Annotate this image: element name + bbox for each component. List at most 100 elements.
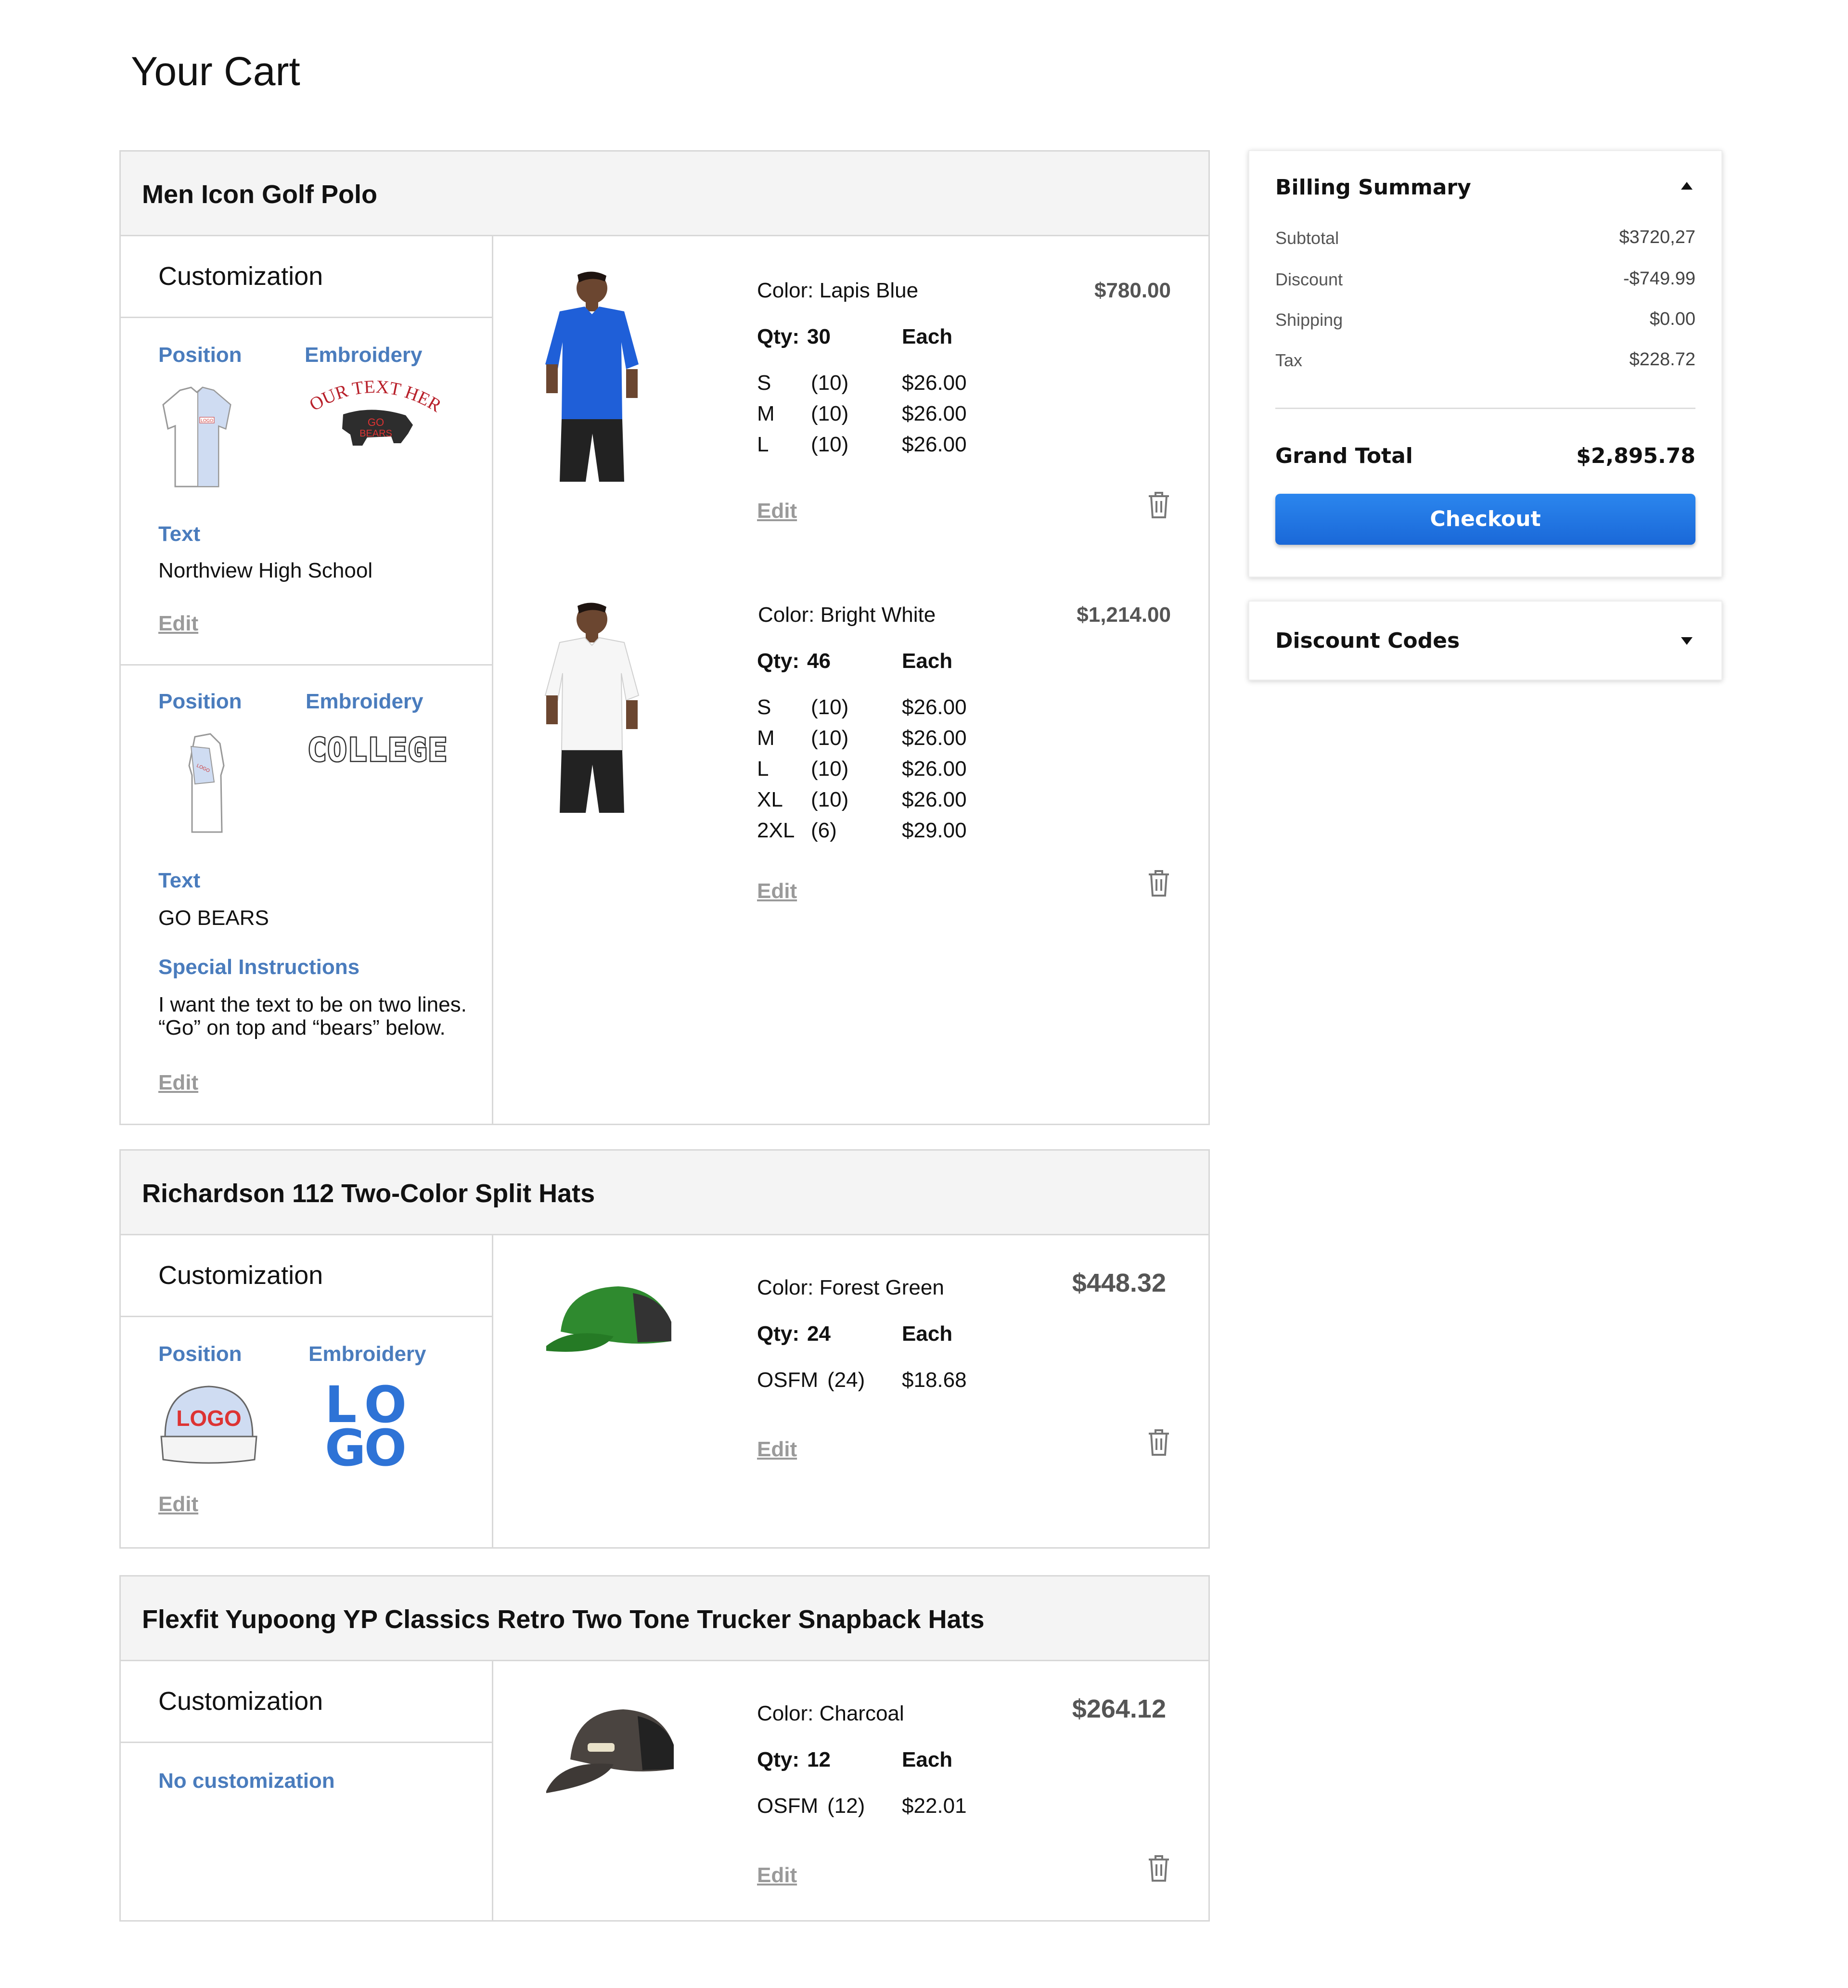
size-name: S	[757, 695, 771, 719]
size-name: L	[757, 433, 769, 456]
caret-down-icon[interactable]	[1681, 637, 1693, 645]
product-image-white-polo	[544, 603, 640, 813]
billing-summary-title: Billing Summary	[1275, 175, 1471, 200]
size-count: (10)	[811, 371, 849, 395]
size-name: L	[757, 757, 769, 781]
edit-line-link[interactable]: Edit	[757, 499, 797, 523]
size-price: $26.00	[902, 726, 967, 750]
each-label: Each	[902, 649, 953, 673]
position-label: Position	[158, 1342, 242, 1366]
grand-total-value: $2,895.78	[1576, 444, 1695, 468]
customization-title: Customization	[158, 262, 323, 291]
size-name: 2XL	[757, 819, 795, 842]
discount-label: Discount	[1275, 269, 1343, 289]
trash-icon[interactable]	[1147, 1428, 1171, 1457]
qty-value: 30	[807, 325, 831, 348]
each-label: Each	[902, 1322, 953, 1346]
shipping-value: $0.00	[1649, 309, 1695, 329]
customization-block: Position Embroidery LOGO LO GO Edit	[121, 1317, 492, 1548]
size-count: (6)	[811, 819, 837, 842]
qty-value: 12	[807, 1748, 831, 1771]
customization-header: Customization	[121, 236, 492, 318]
tax-value: $228.72	[1629, 349, 1695, 370]
page-title: Your Cart	[131, 49, 300, 94]
qty-value: 46	[807, 649, 831, 673]
caret-up-icon[interactable]	[1681, 182, 1693, 190]
subtotal-label: Subtotal	[1275, 228, 1339, 248]
customization-header: Customization	[121, 1235, 492, 1317]
embroidery-label: Embroidery	[306, 690, 424, 713]
each-label: Each	[902, 325, 953, 348]
hat-logo-mark: LOGO	[176, 1406, 241, 1431]
text-label: Text	[158, 869, 201, 892]
line-color: Color: Forest Green	[757, 1276, 944, 1299]
color-line-item: Color: Lapis Blue $780.00 Qty: 30 Each S…	[493, 236, 1208, 554]
discount-codes-panel[interactable]: Discount Codes	[1248, 601, 1722, 680]
edit-line-link[interactable]: Edit	[757, 879, 797, 903]
no-customization-label: No customization	[158, 1769, 335, 1793]
size-count: (10)	[811, 788, 849, 811]
line-color: Color: Charcoal	[757, 1702, 904, 1725]
edit-customization-link[interactable]: Edit	[158, 612, 198, 636]
size-count: (10)	[811, 402, 849, 425]
embroidery-college-text: COLLEGE	[308, 731, 447, 769]
checkout-button[interactable]: Checkout	[1275, 494, 1695, 545]
trash-icon[interactable]	[1147, 869, 1171, 898]
card-header: Richardson 112 Two-Color Split Hats	[121, 1151, 1208, 1235]
cart-item-card: Richardson 112 Two-Color Split Hats Cust…	[119, 1149, 1210, 1549]
customization-title: Customization	[158, 1687, 323, 1716]
special-instructions-line-1: I want the text to be on two lines.	[158, 993, 467, 1016]
each-label: Each	[902, 1748, 953, 1771]
edit-line-link[interactable]: Edit	[757, 1863, 797, 1887]
product-name: Richardson 112 Two-Color Split Hats	[142, 1179, 595, 1208]
size-price: $29.00	[902, 819, 967, 842]
edit-line-link[interactable]: Edit	[757, 1437, 797, 1462]
position-label: Position	[158, 690, 242, 713]
edit-customization-link[interactable]: Edit	[158, 1071, 198, 1095]
billing-summary-panel: Billing Summary Subtotal $3720,27 Discou…	[1248, 150, 1722, 577]
customization-panel: Customization No customization	[121, 1661, 493, 1920]
discount-value: -$749.99	[1623, 269, 1695, 289]
customization-header: Customization	[121, 1661, 492, 1743]
card-header: Flexfit Yupoong YP Classics Retro Two To…	[121, 1577, 1208, 1661]
qty-label: Qty:	[757, 325, 799, 348]
customization-panel: Customization Position Embroidery LOGO L…	[121, 1235, 493, 1547]
embroidery-logo-image: LO GO	[325, 1381, 407, 1472]
line-price: $264.12	[1072, 1694, 1166, 1723]
size-count: (10)	[811, 726, 849, 750]
billing-divider	[1275, 408, 1695, 409]
size-name: OSFM	[757, 1794, 819, 1818]
color-line-item: Color: Forest Green $448.32 Qty: 24 Each…	[493, 1235, 1208, 1548]
size-count: (24)	[827, 1368, 865, 1392]
embroidery-label: Embroidery	[305, 343, 423, 367]
trash-icon[interactable]	[1147, 1854, 1171, 1883]
size-count: (10)	[811, 433, 849, 456]
special-instructions-label: Special Instructions	[158, 955, 360, 979]
text-label: Text	[158, 522, 201, 546]
product-image-blue-polo	[545, 271, 639, 482]
size-price: $26.00	[902, 757, 967, 781]
special-instructions-line-2: “Go” on top and “bears” below.	[158, 1016, 446, 1039]
line-color: Color: Lapis Blue	[757, 279, 919, 302]
position-label: Position	[158, 343, 242, 367]
size-name: XL	[757, 788, 783, 811]
color-line-item: Color: Bright White $1,214.00 Qty: 46 Ea…	[493, 561, 1208, 903]
size-price: $26.00	[902, 788, 967, 811]
cart-page: Your Cart Men Icon Golf Polo Customizati…	[0, 0, 1848, 1988]
hat-position-image: LOGO	[160, 1385, 257, 1464]
embroidery-bears: BEARS	[359, 428, 392, 439]
embroidery-go: GO	[368, 416, 384, 428]
edit-customization-link[interactable]: Edit	[158, 1492, 198, 1516]
subtotal-value: $3720,27	[1619, 227, 1696, 247]
trash-icon[interactable]	[1147, 490, 1171, 519]
discount-codes-title: Discount Codes	[1275, 628, 1460, 653]
tax-label: Tax	[1275, 350, 1303, 370]
customization-title: Customization	[158, 1261, 323, 1290]
product-image-green-hat	[546, 1286, 671, 1352]
product-name: Flexfit Yupoong YP Classics Retro Two To…	[142, 1605, 985, 1634]
size-price: $18.68	[902, 1368, 967, 1392]
line-color: Color: Bright White	[758, 603, 936, 627]
embroidery-college-image: COLLEGE	[307, 731, 449, 770]
custom-text-value: Northview High School	[158, 559, 373, 582]
customization-panel: Customization Position Embroidery LOGO Y…	[121, 236, 493, 1124]
